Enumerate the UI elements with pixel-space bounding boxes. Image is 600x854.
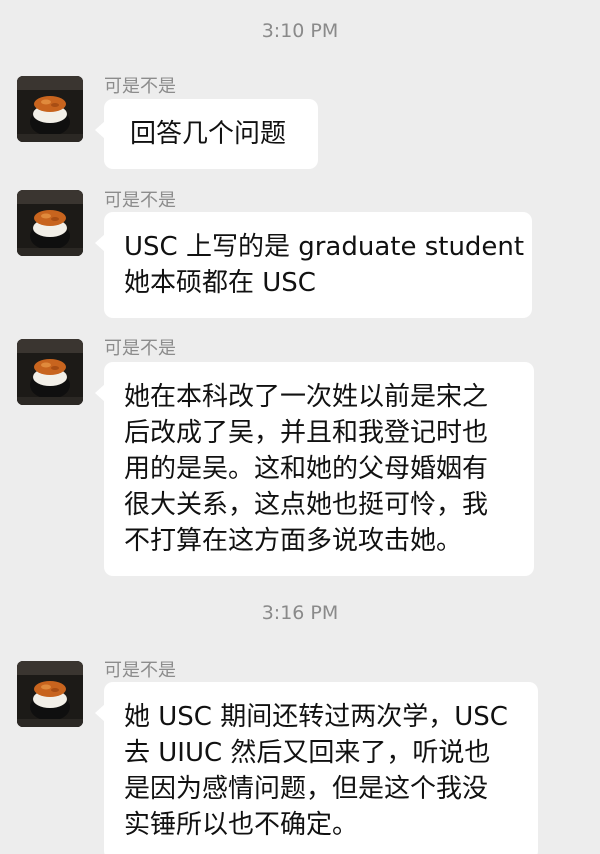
- message-text: USC 上写的是 graduate student: [124, 232, 525, 262]
- sushi-avatar-icon[interactable]: [17, 339, 83, 405]
- message-text: 她在本科改了一次姓以前是宋之: [124, 382, 489, 412]
- sender-name: 可是不是: [104, 190, 176, 211]
- message-text: 不打算在这方面多说攻击她。: [124, 526, 463, 556]
- message-text: 去 UIUC 然后又回来了，听说也: [124, 738, 491, 768]
- message-bubble[interactable]: USC 上写的是 graduate student 她本硕都在 USC: [95, 212, 532, 318]
- message-text: 后改成了吴，并且和我登记时也: [124, 418, 489, 448]
- message-text: 很大关系，这点她也挺可怜，我: [124, 490, 489, 520]
- message-text: 她 USC 期间还转过两次学，USC: [124, 702, 508, 732]
- chat-window: 3:10 PM 可是不是 回答几个问题 可是不是 USC 上写的是 gradua…: [0, 0, 600, 854]
- message-bubble[interactable]: 她在本科改了一次姓以前是宋之 后改成了吴，并且和我登记时也 用的是吴。这和她的父…: [95, 362, 534, 576]
- message-text: 回答几个问题: [130, 119, 287, 149]
- message-text: 实锤所以也不确定。: [124, 810, 359, 840]
- sender-name: 可是不是: [104, 338, 176, 359]
- sushi-avatar-icon[interactable]: [17, 190, 83, 256]
- message-bubble[interactable]: 回答几个问题: [95, 99, 318, 169]
- timestamp: 3:10 PM: [261, 20, 339, 42]
- message-text: 她本硕都在 USC: [124, 268, 316, 298]
- sushi-avatar-icon[interactable]: [17, 76, 83, 142]
- sushi-avatar-icon[interactable]: [17, 661, 83, 727]
- message-bubble[interactable]: 她 USC 期间还转过两次学，USC 去 UIUC 然后又回来了，听说也 是因为…: [95, 682, 538, 854]
- timestamp: 3:16 PM: [261, 602, 339, 624]
- message-text: 是因为感情问题，但是这个我没: [124, 774, 489, 804]
- sender-name: 可是不是: [104, 76, 176, 97]
- message-text: 用的是吴。这和她的父母婚姻有: [124, 454, 489, 484]
- sender-name: 可是不是: [104, 660, 176, 681]
